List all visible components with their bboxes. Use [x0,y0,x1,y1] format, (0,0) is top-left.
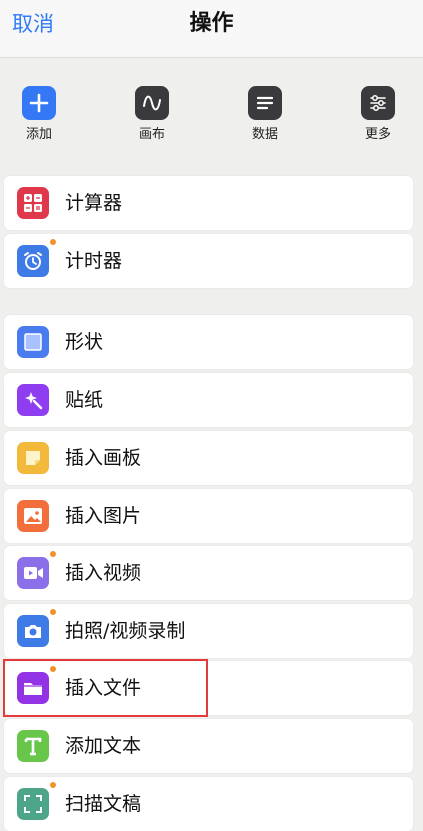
list-item-label: 插入画板 [65,447,142,469]
plus-icon [22,86,56,120]
video-icon [17,557,49,589]
list-item-label: 添加文本 [65,735,142,757]
folder-icon [17,672,49,704]
list-item-camera[interactable]: 拍照/视频录制 [4,604,413,658]
toolbar-more-button[interactable]: 更多 [343,86,413,143]
list-item-calculator[interactable]: 计算器 [4,176,413,230]
list-item-sticker[interactable]: 贴纸 [4,373,413,427]
list-item-label: 形状 [65,331,104,353]
list-item-shape[interactable]: 形状 [4,315,413,369]
list-item-label: 插入图片 [65,505,142,527]
toolbar-data-button[interactable]: 数据 [230,86,300,143]
scan-icon [17,788,49,820]
list-item-insert-board[interactable]: 插入画板 [4,431,413,485]
list-item-label: 拍照/视频录制 [65,620,186,642]
nav-bar: 取消 操作 [0,0,423,58]
new-badge-dot [50,666,56,672]
toolbar-canvas-label: 画布 [138,127,165,142]
toolbar-canvas-button[interactable]: 画布 [117,86,187,143]
new-badge-dot [50,551,56,557]
calculator-icon [17,187,49,219]
text-t-icon [17,730,49,762]
list-item-scan-document[interactable]: 扫描文稿 [4,777,413,831]
page-title: 操作 [189,11,234,36]
list-item-label: 插入视频 [65,562,142,584]
new-badge-dot [50,239,56,245]
wave-icon [135,86,169,120]
lines-icon [248,86,282,120]
list-item-insert-file[interactable]: 插入文件 [4,661,413,715]
list-item-label: 扫描文稿 [65,793,142,815]
list-item-label: 计算器 [65,192,123,214]
toolbar-add-label: 添加 [25,127,52,142]
list-item-add-text[interactable]: 添加文本 [4,719,413,773]
toolbar-more-label: 更多 [364,127,391,142]
camera-icon [17,615,49,647]
toolbar: 添加 画布 数据 更多 [0,58,423,168]
sliders-icon [361,86,395,120]
list-item-timer[interactable]: 计时器 [4,234,413,288]
sparkle-icon [17,384,49,416]
list-item-label: 计时器 [65,250,123,272]
new-badge-dot [50,782,56,788]
toolbar-data-label: 数据 [251,127,278,142]
list-item-label: 插入文件 [65,677,142,699]
list-item-label: 贴纸 [65,389,104,411]
new-badge-dot [50,609,56,615]
alarm-clock-icon [17,245,49,277]
square-icon [17,326,49,358]
image-icon [17,500,49,532]
toolbar-add-button[interactable]: 添加 [4,86,74,143]
note-icon [17,442,49,474]
list-item-insert-video[interactable]: 插入视频 [4,546,413,600]
list-item-insert-image[interactable]: 插入图片 [4,489,413,543]
